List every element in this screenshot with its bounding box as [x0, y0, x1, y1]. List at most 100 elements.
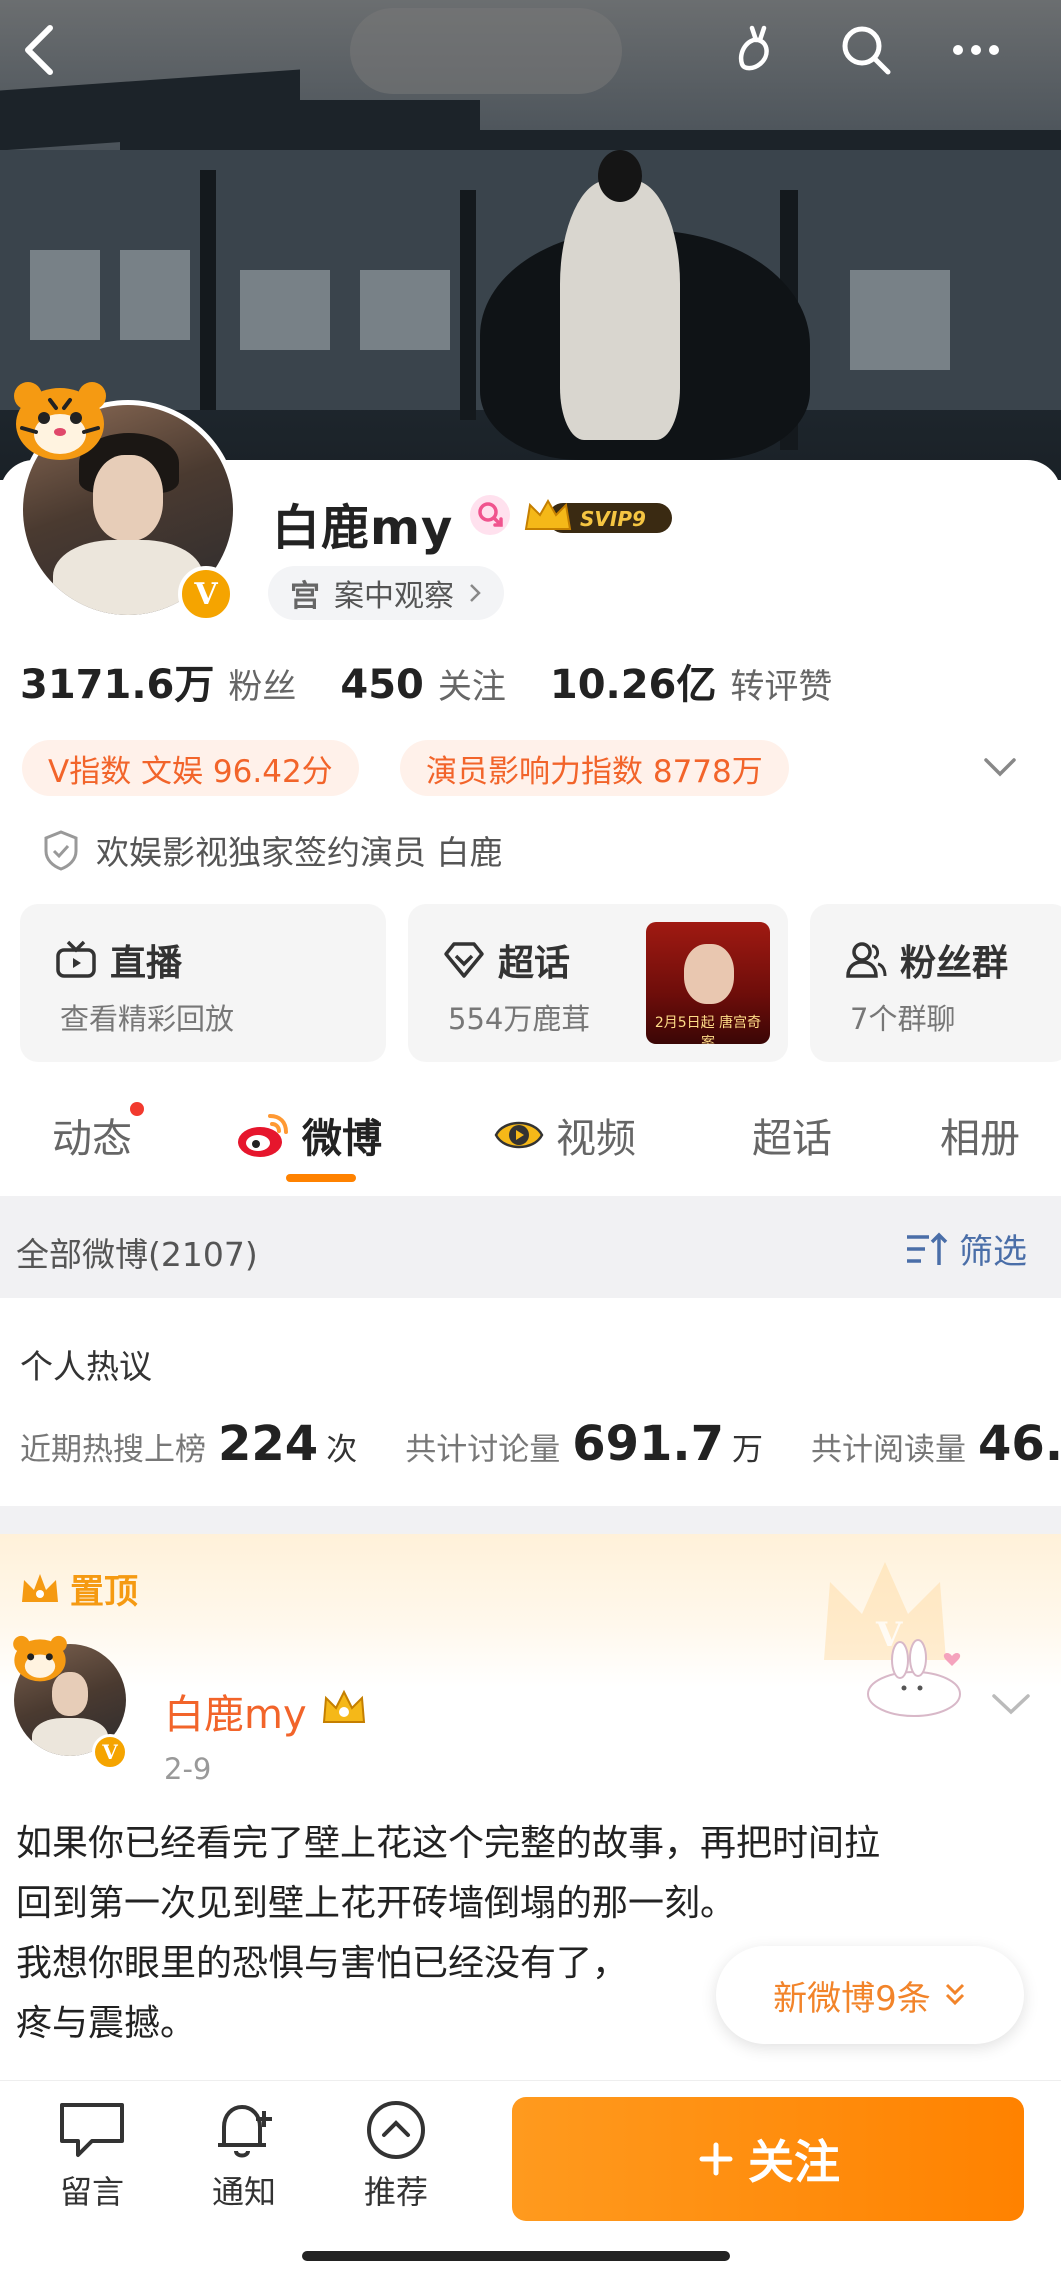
- supertopic-title: 超话: [498, 943, 571, 984]
- bottom-action-bar: 留言 通知 推荐 关注: [0, 2080, 1061, 2279]
- svip-badge[interactable]: SVIP9: [522, 495, 676, 539]
- filter-label: 筛选: [959, 1232, 1027, 1272]
- filter-icon: [907, 1232, 948, 1265]
- hot-search-label: 近期热搜上榜: [20, 1432, 206, 1468]
- v-index-chip[interactable]: V指数 文娱 96.42分: [22, 740, 359, 796]
- comment-label: 留言: [59, 2173, 124, 2211]
- recommend-label: 推荐: [363, 2173, 428, 2211]
- poster-text: 2月5日起 唐宫奇案: [654, 1015, 762, 1044]
- recommend-button[interactable]: 推荐: [346, 2099, 446, 2213]
- follow-label: 关注: [748, 2135, 840, 2189]
- bunny-sticker-icon: [852, 1638, 978, 1722]
- profile-tabs: 动态 微博 视频 超话 相册: [0, 1090, 1061, 1194]
- tv-icon: [54, 938, 98, 982]
- tab-active-underline: [286, 1174, 356, 1182]
- hot-search-value: 224: [218, 1416, 319, 1472]
- cover-window-3: [240, 270, 330, 350]
- group-icon: [844, 938, 888, 982]
- female-icon: [470, 495, 510, 535]
- home-indicator: [302, 2251, 730, 2261]
- verified-text: 欢娱影视独家签约演员 白鹿: [96, 833, 503, 872]
- post-author-name[interactable]: 白鹿my: [164, 1682, 307, 1740]
- red-dot-badge: [130, 1102, 144, 1116]
- fan-group-title: 粉丝群: [900, 943, 1009, 984]
- crown-icon: [22, 1573, 58, 1602]
- tab-feed-label: 动态: [52, 1116, 132, 1162]
- double-chevron-down-icon: [945, 1983, 964, 2006]
- actor-index-chip[interactable]: 演员影响力指数 8778万: [400, 740, 789, 796]
- hot-discussion: 个人热议 近期热搜上榜 224 次 共计讨论量 691.7 万 共计阅读量 46…: [0, 1298, 1061, 1506]
- hot-title: 个人热议: [20, 1347, 152, 1386]
- hot-discuss-value: 691.7: [572, 1416, 725, 1472]
- tab-supertopic-label: 超话: [752, 1116, 832, 1162]
- tab-video-label: 视频: [556, 1116, 636, 1162]
- back-icon[interactable]: [18, 20, 66, 80]
- notify-button[interactable]: 通知: [194, 2099, 294, 2213]
- fan-group-entry[interactable]: 粉丝群 7个群聊: [810, 904, 1061, 1062]
- post-tiger-frame-icon: [8, 1630, 72, 1686]
- tab-album[interactable]: 相册: [940, 1106, 1020, 1164]
- verified-info: 欢娱影视独家签约演员 白鹿: [42, 826, 503, 874]
- carrot-icon[interactable]: [722, 18, 786, 82]
- following-label[interactable]: 关注: [438, 659, 506, 708]
- notify-label: 通知: [211, 2173, 276, 2211]
- diamond-icon: [442, 938, 486, 982]
- likes-label[interactable]: 转评赞: [730, 659, 832, 708]
- all-posts-label[interactable]: 全部微博(2107): [16, 1228, 258, 1276]
- tag-pill[interactable]: 宫 案中观察: [268, 566, 504, 620]
- hot-read-value: 46.6: [978, 1416, 1061, 1472]
- member-crown-icon[interactable]: [318, 1686, 370, 1728]
- likes-count[interactable]: 10.26亿: [550, 652, 717, 710]
- new-posts-button[interactable]: 新微博9条: [716, 1946, 1024, 2044]
- profile-name: 白鹿my: [272, 500, 454, 556]
- tab-video[interactable]: 视频: [492, 1106, 636, 1164]
- chevron-up-circle-icon: [367, 2101, 425, 2159]
- verified-v-icon: V: [178, 566, 234, 622]
- profile-stats: 3171.6万 粉丝 450 关注 10.26亿 转评赞: [20, 652, 876, 710]
- follow-button[interactable]: 关注: [512, 2097, 1024, 2221]
- top-bar: [0, 0, 1061, 110]
- fans-label[interactable]: 粉丝: [228, 659, 296, 708]
- live-entry[interactable]: 直播 查看精彩回放: [20, 904, 386, 1062]
- hot-search-unit: 次: [326, 1432, 358, 1468]
- following-count[interactable]: 450: [340, 662, 424, 708]
- post-line-2: 回到第一次见到壁上花开砖墙倒塌的那一刻。: [16, 1883, 737, 1924]
- search-pill[interactable]: [350, 8, 622, 94]
- shield-check-icon: [44, 830, 78, 871]
- post-verified-v-icon: V: [92, 1734, 128, 1770]
- drama-poster-image[interactable]: 2月5日起 唐宫奇案: [646, 922, 770, 1044]
- feed-header: 全部微博(2107) 筛选: [0, 1196, 1061, 1298]
- cover-window-2: [120, 250, 190, 340]
- filter-button[interactable]: 筛选: [905, 1224, 1027, 1273]
- fans-count[interactable]: 3171.6万: [20, 652, 214, 710]
- cover-window-5: [850, 270, 950, 370]
- post-date: 2-9: [164, 1752, 212, 1786]
- pinned-post: 置顶 V V 白鹿my 2-9 如果你已经看完了壁上花这个完整的故事，再把时间拉…: [0, 1534, 1061, 2174]
- chevron-right-icon: [470, 584, 481, 602]
- cover-pillar-1: [200, 170, 216, 410]
- hot-discuss-label: 共计讨论量: [405, 1432, 561, 1468]
- cover-window-1: [30, 250, 100, 340]
- svip-text: SVIP9: [580, 507, 646, 531]
- tab-weibo-label: 微博: [302, 1116, 382, 1162]
- pinned-label: 置顶: [18, 1564, 138, 1613]
- weibo-logo-icon: [238, 1114, 288, 1157]
- message-icon: [60, 2103, 124, 2157]
- hot-read-label: 共计阅读量: [811, 1432, 967, 1468]
- expand-chevron-icon[interactable]: [982, 752, 1018, 782]
- tab-supertopic[interactable]: 超话: [752, 1106, 832, 1164]
- bell-plus-icon: [218, 2105, 272, 2158]
- search-icon[interactable]: [834, 18, 898, 82]
- more-icon[interactable]: [944, 18, 1008, 82]
- fan-group-sub: 7个群聊: [850, 1002, 956, 1036]
- post-menu-chevron-icon[interactable]: [990, 1690, 1032, 1720]
- poster-face: [684, 944, 734, 1004]
- post-line-1: 如果你已经看完了壁上花这个完整的故事，再把时间拉: [16, 1823, 881, 1864]
- hot-discuss-unit: 万: [732, 1432, 764, 1468]
- tab-feed[interactable]: 动态: [52, 1102, 144, 1164]
- supertopic-sub: 554万鹿茸: [448, 1002, 591, 1036]
- live-sub: 查看精彩回放: [60, 1002, 235, 1036]
- comment-button[interactable]: 留言: [42, 2099, 142, 2213]
- tab-weibo[interactable]: 微博: [236, 1106, 382, 1164]
- tag-label: 案中观察: [334, 579, 454, 614]
